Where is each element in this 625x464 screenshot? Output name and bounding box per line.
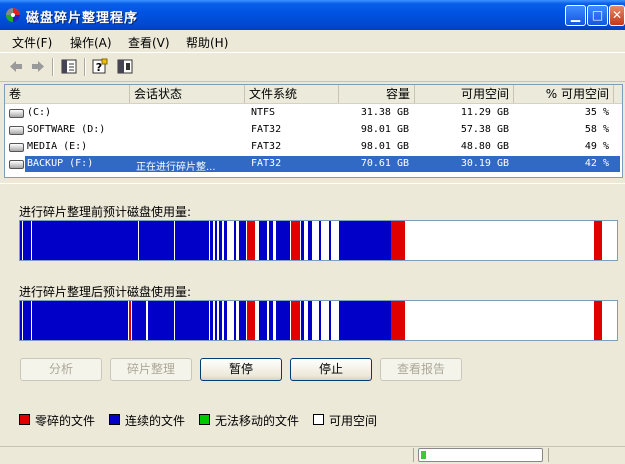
menu-view[interactable]: 查看(V)	[128, 34, 170, 51]
maximize-icon: □	[591, 8, 604, 22]
pane-splitter[interactable]	[0, 183, 625, 188]
volume-free-percent: 58 %	[584, 124, 609, 135]
legend-swatch-fragmented	[19, 414, 30, 425]
volume-filesystem: FAT32	[251, 141, 282, 152]
defragment-button[interactable]: 碎片整理	[110, 358, 192, 381]
header-filesystem[interactable]: 文件系统	[245, 85, 339, 103]
after-usage-label: 进行碎片整理后预计磁盘使用量:	[19, 285, 192, 299]
window-title: 磁盘碎片整理程序	[26, 11, 139, 26]
after-usage-map	[19, 300, 618, 341]
properties-icon[interactable]	[60, 58, 78, 75]
defrag-progress-bar	[418, 448, 543, 462]
table-row[interactable]: SOFTWARE (D:) FAT32 98.01 GB 57.38 GB 58…	[5, 122, 622, 138]
toolbar: ?	[0, 52, 625, 82]
status-separator	[548, 448, 549, 462]
status-separator	[413, 448, 414, 462]
before-usage-label: 进行碎片整理前预计磁盘使用量:	[19, 205, 192, 219]
header-volume[interactable]: 卷	[5, 85, 130, 103]
legend-free: 可用空间	[329, 414, 378, 428]
progress-fill	[421, 451, 426, 459]
analyze-button[interactable]: 分析	[20, 358, 102, 381]
legend-unmovable: 无法移动的文件	[215, 414, 300, 428]
menu-file[interactable]: 文件(F)	[12, 34, 52, 51]
table-row[interactable]: MEDIA (E:) FAT32 98.01 GB 48.80 GB 49 %	[5, 139, 622, 155]
view-report-button[interactable]: 查看报告	[380, 358, 462, 381]
volume-filesystem: FAT32	[251, 124, 282, 135]
before-usage-map	[19, 220, 618, 261]
volume-status: 正在进行碎片整...	[136, 162, 216, 173]
volume-free: 30.19 GB	[460, 158, 509, 169]
legend-swatch-unmovable	[199, 414, 210, 425]
volume-capacity: 98.01 GB	[360, 124, 409, 135]
close-button[interactable]: ✕	[609, 5, 625, 26]
drive-icon	[9, 160, 24, 169]
volume-capacity: 31.38 GB	[360, 107, 409, 118]
table-row-selected[interactable]: BACKUP (F:) 正在进行碎片整... FAT32 70.61 GB 30…	[5, 156, 622, 173]
volume-name: SOFTWARE (D:)	[27, 124, 106, 135]
defrag-app-icon	[6, 8, 20, 22]
volume-name: MEDIA (E:)	[27, 141, 88, 152]
legend-contiguous: 连续的文件	[125, 414, 186, 428]
drive-icon	[9, 109, 24, 118]
back-arrow-icon[interactable]	[7, 58, 25, 75]
minimize-button[interactable]: ▁	[565, 5, 586, 26]
volume-filesystem: FAT32	[251, 158, 282, 169]
volume-free-percent: 42 %	[584, 158, 609, 169]
header-status[interactable]: 会话状态	[130, 85, 245, 103]
volume-free: 57.38 GB	[460, 124, 509, 135]
forward-arrow-icon[interactable]	[29, 58, 47, 75]
volume-capacity: 98.01 GB	[360, 141, 409, 152]
help-icon[interactable]: ?	[91, 58, 109, 75]
header-free-percent[interactable]: % 可用空间	[514, 85, 614, 103]
legend-fragmented: 零碎的文件	[35, 414, 96, 428]
drive-icon	[9, 126, 24, 135]
volume-capacity: 70.61 GB	[360, 158, 409, 169]
legend-swatch-contiguous	[109, 414, 120, 425]
drive-icon	[9, 143, 24, 152]
toolbar-separator	[52, 58, 54, 76]
volume-free-percent: 35 %	[584, 107, 609, 118]
volume-name: BACKUP (F:)	[27, 158, 94, 169]
menu-bar: 文件(F) 操作(A) 查看(V) 帮助(H)	[0, 30, 625, 52]
toolbar-separator	[84, 58, 86, 76]
volume-list[interactable]: 卷 会话状态 文件系统 容量 可用空间 % 可用空间 (C:) NTFS 31.…	[4, 84, 623, 178]
menu-help[interactable]: 帮助(H)	[186, 34, 228, 51]
title-bar: 磁盘碎片整理程序 ▁ □ ✕	[0, 0, 625, 30]
stop-button[interactable]: 停止	[290, 358, 372, 381]
close-icon: ✕	[611, 8, 623, 22]
volume-filesystem: NTFS	[251, 107, 276, 118]
maximize-button[interactable]: □	[587, 5, 608, 26]
pause-button[interactable]: 暂停	[200, 358, 282, 381]
legend-swatch-free	[313, 414, 324, 425]
header-capacity[interactable]: 容量	[339, 85, 415, 103]
show-hide-icon[interactable]	[116, 58, 134, 75]
volume-free-percent: 49 %	[584, 141, 609, 152]
table-row[interactable]: (C:) NTFS 31.38 GB 11.29 GB 35 %	[5, 105, 622, 121]
volume-free: 48.80 GB	[460, 141, 509, 152]
header-free[interactable]: 可用空间	[415, 85, 514, 103]
volume-free: 11.29 GB	[460, 107, 509, 118]
menu-action[interactable]: 操作(A)	[70, 34, 112, 51]
minimize-icon: ▁	[570, 8, 581, 22]
svg-text:?: ?	[96, 61, 102, 74]
volume-name: (C:)	[27, 107, 52, 118]
list-header: 卷 会话状态 文件系统 容量 可用空间 % 可用空间	[5, 85, 622, 104]
